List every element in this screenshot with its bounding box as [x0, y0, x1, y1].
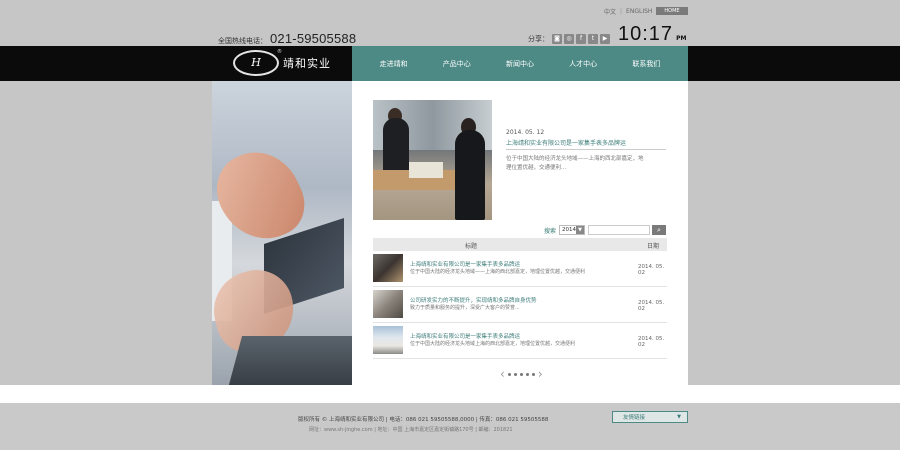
image-board	[409, 162, 443, 178]
registered-mark: ®	[277, 49, 282, 55]
chevron-down-icon: ▼	[677, 414, 681, 420]
row-date: 2014. 05. 02	[638, 300, 665, 312]
page-dot[interactable]	[513, 372, 517, 376]
lang-separator: |	[620, 8, 623, 15]
share-bar: 分享： ◙ ◎ f t ▶	[528, 34, 610, 44]
prev-arrow-icon[interactable]: ‹	[500, 368, 505, 380]
row-thumbnail[interactable]	[373, 290, 403, 318]
nav-item-products[interactable]: 产品中心	[443, 59, 471, 69]
featured-description: 位于中国大陆的经济龙头地域——上海的西北部嘉定，地理位置优越，交通便利...	[506, 156, 644, 171]
table-row[interactable]: 上海靖和实业有限公司是一家集手表多品牌运 位于中国大陆的经济龙头地域上海的西北部…	[373, 323, 667, 359]
row-description: 位于中国大陆的经济龙头地域——上海的西北部嘉定，地理位置优越，交通便利	[410, 269, 586, 275]
page-dot[interactable]	[519, 372, 523, 376]
friend-links-label: 友情链接	[623, 415, 646, 421]
row-date: 2014. 05. 02	[638, 336, 665, 348]
table-row[interactable]: 公司研发实力的不断提升，实现靖和多品牌自身优势 致力于质量和服务的提升，深受广大…	[373, 287, 667, 323]
footer-address: 网址：www.sh-jinghe.com | 地址：中国 上海市嘉定区嘉定街镇路…	[309, 427, 513, 433]
table-header: 标题 日期	[373, 238, 667, 251]
nav-item-careers[interactable]: 人才中心	[569, 59, 597, 69]
clock-ampm: PM	[676, 35, 687, 42]
hotline: 全国热线电话： 021-59505588	[218, 31, 356, 46]
row-title-link[interactable]: 上海靖和实业有限公司是一家集手表多品牌运	[410, 332, 520, 340]
featured-image[interactable]	[373, 100, 492, 220]
page-dot[interactable]	[525, 372, 529, 376]
featured-date: 2014. 05. 12	[506, 129, 545, 136]
pagination: ‹ ›	[500, 368, 543, 380]
row-description: 致力于质量和服务的提升，深受广大客户的赞誉...	[410, 305, 520, 311]
column-date: 日期	[647, 243, 660, 250]
image-person	[455, 130, 485, 220]
search-input[interactable]	[588, 225, 651, 235]
page-dot[interactable]	[531, 372, 535, 376]
row-date: 2014. 05. 02	[638, 264, 665, 276]
lang-english-link[interactable]: ENGLISH	[626, 8, 652, 15]
table-row[interactable]: 上海靖和实业有限公司是一家集手表多品牌运 位于中国大陆的经济龙头地域——上海的西…	[373, 251, 667, 287]
footer-spacer	[0, 385, 900, 403]
hero-photo	[212, 81, 352, 385]
brand-logo[interactable]: H ® 靖和实业	[233, 49, 331, 76]
photo-keyboard	[225, 336, 352, 385]
share-label: 分享：	[528, 35, 549, 43]
featured-title-link[interactable]: 上海靖和实业有限公司是一家集手表多品牌运	[506, 138, 626, 147]
lang-chinese-link[interactable]: 中文	[604, 7, 616, 16]
nav-item-about[interactable]: 走进靖和	[380, 59, 408, 69]
share-icon[interactable]: ◙	[552, 34, 562, 44]
footer-copyright: 版权所有 © 上海靖和实业有限公司 | 电话：086 021 59505588,…	[298, 417, 549, 423]
row-description: 位于中国大陆的经济龙头地域上海的西北部嘉定，地理位置优越，交通便利	[410, 341, 576, 347]
hotline-number: 021-59505588	[270, 31, 357, 46]
year-select-value: 2014	[562, 227, 577, 233]
row-title-link[interactable]: 上海靖和实业有限公司是一家集手表多品牌运	[410, 260, 520, 268]
youtube-icon[interactable]: ▶	[600, 34, 610, 44]
language-switch: 中文 | ENGLISH	[604, 7, 652, 16]
row-thumbnail[interactable]	[373, 254, 403, 282]
row-thumbnail[interactable]	[373, 326, 403, 354]
brand-name: 靖和实业	[283, 57, 331, 70]
chevron-down-icon: ▼	[576, 226, 585, 234]
friend-links-select[interactable]: 友情链接 ▼	[612, 411, 688, 423]
image-person	[383, 118, 409, 178]
featured-divider	[506, 149, 666, 150]
clock-time: 10:17	[618, 23, 674, 45]
year-select[interactable]: 2014 ▼	[559, 225, 586, 235]
search-label: 搜索	[544, 227, 557, 235]
home-button[interactable]: HOME	[656, 7, 688, 15]
nav-item-contact[interactable]: 联系我们	[632, 59, 660, 69]
search-bar: 搜索 2014 ▼ ⌕	[544, 225, 666, 235]
clock: 10:17 PM	[618, 23, 686, 46]
search-icon[interactable]: ⌕	[652, 225, 666, 235]
facebook-icon[interactable]: f	[576, 34, 586, 44]
nav-item-news[interactable]: 新闻中心	[506, 59, 534, 69]
column-title: 标题	[465, 243, 478, 250]
news-content: 2014. 05. 12 上海靖和实业有限公司是一家集手表多品牌运 位于中国大陆…	[352, 81, 688, 385]
next-arrow-icon[interactable]: ›	[538, 368, 543, 380]
qq-icon[interactable]: ◎	[564, 34, 574, 44]
row-title-link[interactable]: 公司研发实力的不断提升，实现靖和多品牌自身优势	[410, 296, 537, 304]
hotline-label: 全国热线电话：	[218, 37, 267, 45]
logo-mark: H	[233, 50, 279, 76]
main-nav: 走进靖和 产品中心 新闻中心 人才中心 联系我们	[352, 46, 688, 81]
twitter-icon[interactable]: t	[588, 34, 598, 44]
page-dot[interactable]	[507, 372, 511, 376]
